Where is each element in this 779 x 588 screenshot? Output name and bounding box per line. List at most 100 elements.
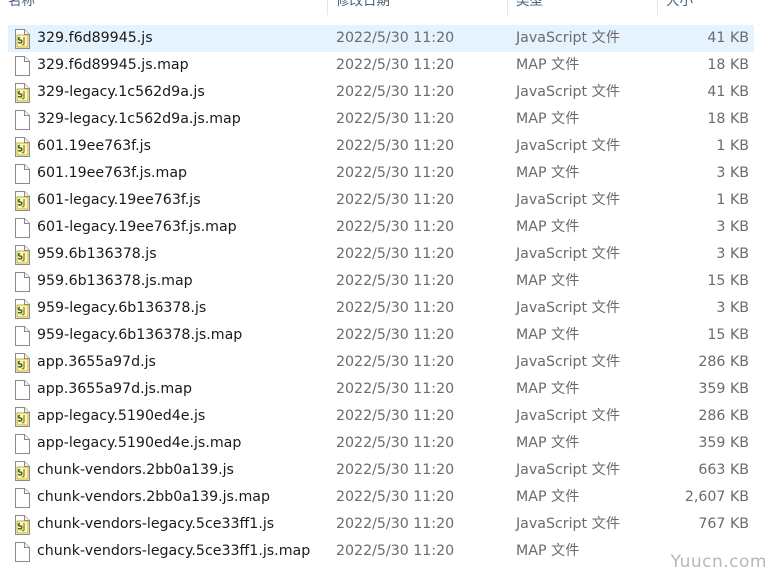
file-name-cell[interactable]: chunk-vendors-legacy.5ce33ff1.js.map [8, 538, 310, 565]
javascript-file-icon [14, 406, 30, 427]
file-row[interactable]: chunk-vendors-legacy.5ce33ff1.js 2022/5/3… [0, 511, 779, 538]
file-row[interactable]: app-legacy.5190ed4e.js.map 2022/5/30 11:2… [0, 430, 779, 457]
file-name-cell[interactable]: app.3655a97d.js [8, 349, 156, 376]
file-name-cell[interactable]: 329-legacy.1c562d9a.js.map [8, 106, 241, 133]
file-name-cell[interactable]: 959.6b136378.js [8, 241, 157, 268]
file-date: 2022/5/30 11:20 [336, 516, 455, 532]
javascript-file-icon [14, 352, 30, 373]
file-name: app.3655a97d.js.map [37, 381, 192, 397]
file-row[interactable]: 601-legacy.19ee763f.js 2022/5/30 11:20 Jav… [0, 187, 779, 214]
file-name: app-legacy.5190ed4e.js.map [37, 435, 242, 451]
file-name-cell[interactable]: 601-legacy.19ee763f.js.map [8, 214, 237, 241]
file-name: 959.6b136378.js.map [37, 273, 193, 289]
file-list: 329.f6d89945.js 2022/5/30 11:20 JavaScript… [0, 25, 779, 565]
file-size: 3 KB [716, 219, 749, 235]
file-name-cell[interactable]: 329-legacy.1c562d9a.js [8, 79, 205, 106]
file-row[interactable]: 959.6b136378.js 2022/5/30 11:20 JavaScript… [0, 241, 779, 268]
file-row[interactable]: app-legacy.5190ed4e.js 2022/5/30 11:20 Jav… [0, 403, 779, 430]
file-name: 329-legacy.1c562d9a.js.map [37, 111, 241, 127]
file-name-cell[interactable]: chunk-vendors.2bb0a139.js.map [8, 484, 270, 511]
file-date: 2022/5/30 11:20 [336, 408, 455, 424]
file-name: 601.19ee763f.js [37, 138, 151, 154]
generic-file-icon [14, 433, 30, 454]
file-size: 359 KB [698, 435, 749, 451]
file-row[interactable]: app.3655a97d.js.map 2022/5/30 11:20 MAP 文件… [0, 376, 779, 403]
column-header-bar: 名称 修改日期 类型 大小 [0, 0, 779, 15]
file-name-cell[interactable]: app.3655a97d.js.map [8, 376, 192, 403]
file-type: JavaScript 文件 [516, 192, 621, 208]
column-header-type[interactable]: 类型 [508, 0, 658, 15]
file-type: JavaScript 文件 [516, 516, 621, 532]
javascript-file-icon [14, 136, 30, 157]
file-row[interactable]: chunk-vendors.2bb0a139.js.map 2022/5/30 1… [0, 484, 779, 511]
column-header-name[interactable]: 名称 [0, 0, 328, 15]
file-name-cell[interactable]: 601.19ee763f.js.map [8, 160, 187, 187]
file-type: JavaScript 文件 [516, 246, 621, 262]
file-name-cell[interactable]: app-legacy.5190ed4e.js [8, 403, 205, 430]
file-row[interactable]: 959.6b136378.js.map 2022/5/30 11:20 MAP 文件… [0, 268, 779, 295]
file-name-cell[interactable]: 329.f6d89945.js.map [8, 52, 189, 79]
file-size: 41 KB [707, 84, 749, 100]
file-size: 1 KB [716, 192, 749, 208]
file-size: 359 KB [698, 381, 749, 397]
generic-file-icon [14, 487, 30, 508]
file-row[interactable]: 329.f6d89945.js.map 2022/5/30 11:20 MAP 文件… [0, 52, 779, 79]
file-date: 2022/5/30 11:20 [336, 381, 455, 397]
column-header-date[interactable]: 修改日期 [328, 0, 508, 15]
file-row[interactable]: 959-legacy.6b136378.js 2022/5/30 11:20 Jav… [0, 295, 779, 322]
generic-file-icon [14, 217, 30, 238]
file-row[interactable]: 601.19ee763f.js.map 2022/5/30 11:20 MAP 文件… [0, 160, 779, 187]
file-row[interactable]: 329-legacy.1c562d9a.js 2022/5/30 11:20 Jav… [0, 79, 779, 106]
file-name-cell[interactable]: chunk-vendors.2bb0a139.js [8, 457, 234, 484]
file-date: 2022/5/30 11:20 [336, 327, 455, 343]
file-size: 663 KB [698, 462, 749, 478]
file-date: 2022/5/30 11:20 [336, 111, 455, 127]
file-type: MAP 文件 [516, 219, 580, 235]
file-size: 3 KB [716, 165, 749, 181]
file-name-cell[interactable]: chunk-vendors-legacy.5ce33ff1.js [8, 511, 274, 538]
file-size: 41 KB [707, 30, 749, 46]
file-name-cell[interactable]: 601.19ee763f.js [8, 133, 151, 160]
file-name-cell[interactable]: 329.f6d89945.js [8, 25, 153, 52]
file-name: 329.f6d89945.js.map [37, 57, 189, 73]
file-name-cell[interactable]: 959.6b136378.js.map [8, 268, 193, 295]
file-date: 2022/5/30 11:20 [336, 462, 455, 478]
file-name-cell[interactable]: app-legacy.5190ed4e.js.map [8, 430, 241, 457]
file-row[interactable]: 601-legacy.19ee763f.js.map 2022/5/30 11:2… [0, 214, 779, 241]
file-size: 1 KB [716, 138, 749, 154]
javascript-file-icon [14, 190, 30, 211]
file-row[interactable]: chunk-vendors-legacy.5ce33ff1.js.map 2022… [0, 538, 779, 565]
file-date: 2022/5/30 11:20 [336, 354, 455, 370]
file-name-cell[interactable]: 959-legacy.6b136378.js [8, 295, 206, 322]
file-row[interactable]: 329.f6d89945.js 2022/5/30 11:20 JavaScript… [8, 25, 754, 52]
file-type: MAP 文件 [516, 543, 580, 559]
file-row[interactable]: chunk-vendors.2bb0a139.js 2022/5/30 11:20… [0, 457, 779, 484]
javascript-file-icon [14, 244, 30, 265]
file-date: 2022/5/30 11:20 [336, 435, 455, 451]
file-date: 2022/5/30 11:20 [336, 138, 455, 154]
file-name: 601-legacy.19ee763f.js.map [37, 219, 237, 235]
file-size: 18 KB [707, 57, 749, 73]
javascript-file-icon [14, 460, 30, 481]
file-row[interactable]: 601.19ee763f.js 2022/5/30 11:20 JavaScript… [0, 133, 779, 160]
file-name-cell[interactable]: 959-legacy.6b136378.js.map [8, 322, 242, 349]
file-type: JavaScript 文件 [516, 354, 621, 370]
generic-file-icon [14, 271, 30, 292]
file-size: 15 KB [707, 273, 749, 289]
column-header-size[interactable]: 大小 [658, 0, 754, 15]
file-row[interactable]: app.3655a97d.js 2022/5/30 11:20 JavaScript… [0, 349, 779, 376]
file-row[interactable]: 329-legacy.1c562d9a.js.map 2022/5/30 11:2… [0, 106, 779, 133]
file-name: chunk-vendors-legacy.5ce33ff1.js [37, 516, 275, 532]
file-name: chunk-vendors.2bb0a139.js.map [37, 489, 270, 505]
generic-file-icon [14, 379, 30, 400]
file-name-cell[interactable]: 601-legacy.19ee763f.js [8, 187, 201, 214]
generic-file-icon [14, 55, 30, 76]
file-size: 767 KB [698, 516, 749, 532]
file-date: 2022/5/30 11:20 [336, 273, 455, 289]
file-row[interactable]: 959-legacy.6b136378.js.map 2022/5/30 11:2… [0, 322, 779, 349]
generic-file-icon [14, 163, 30, 184]
file-size: 286 KB [698, 408, 749, 424]
file-date: 2022/5/30 11:20 [336, 84, 455, 100]
file-date: 2022/5/30 11:20 [336, 300, 455, 316]
file-type: MAP 文件 [516, 273, 580, 289]
